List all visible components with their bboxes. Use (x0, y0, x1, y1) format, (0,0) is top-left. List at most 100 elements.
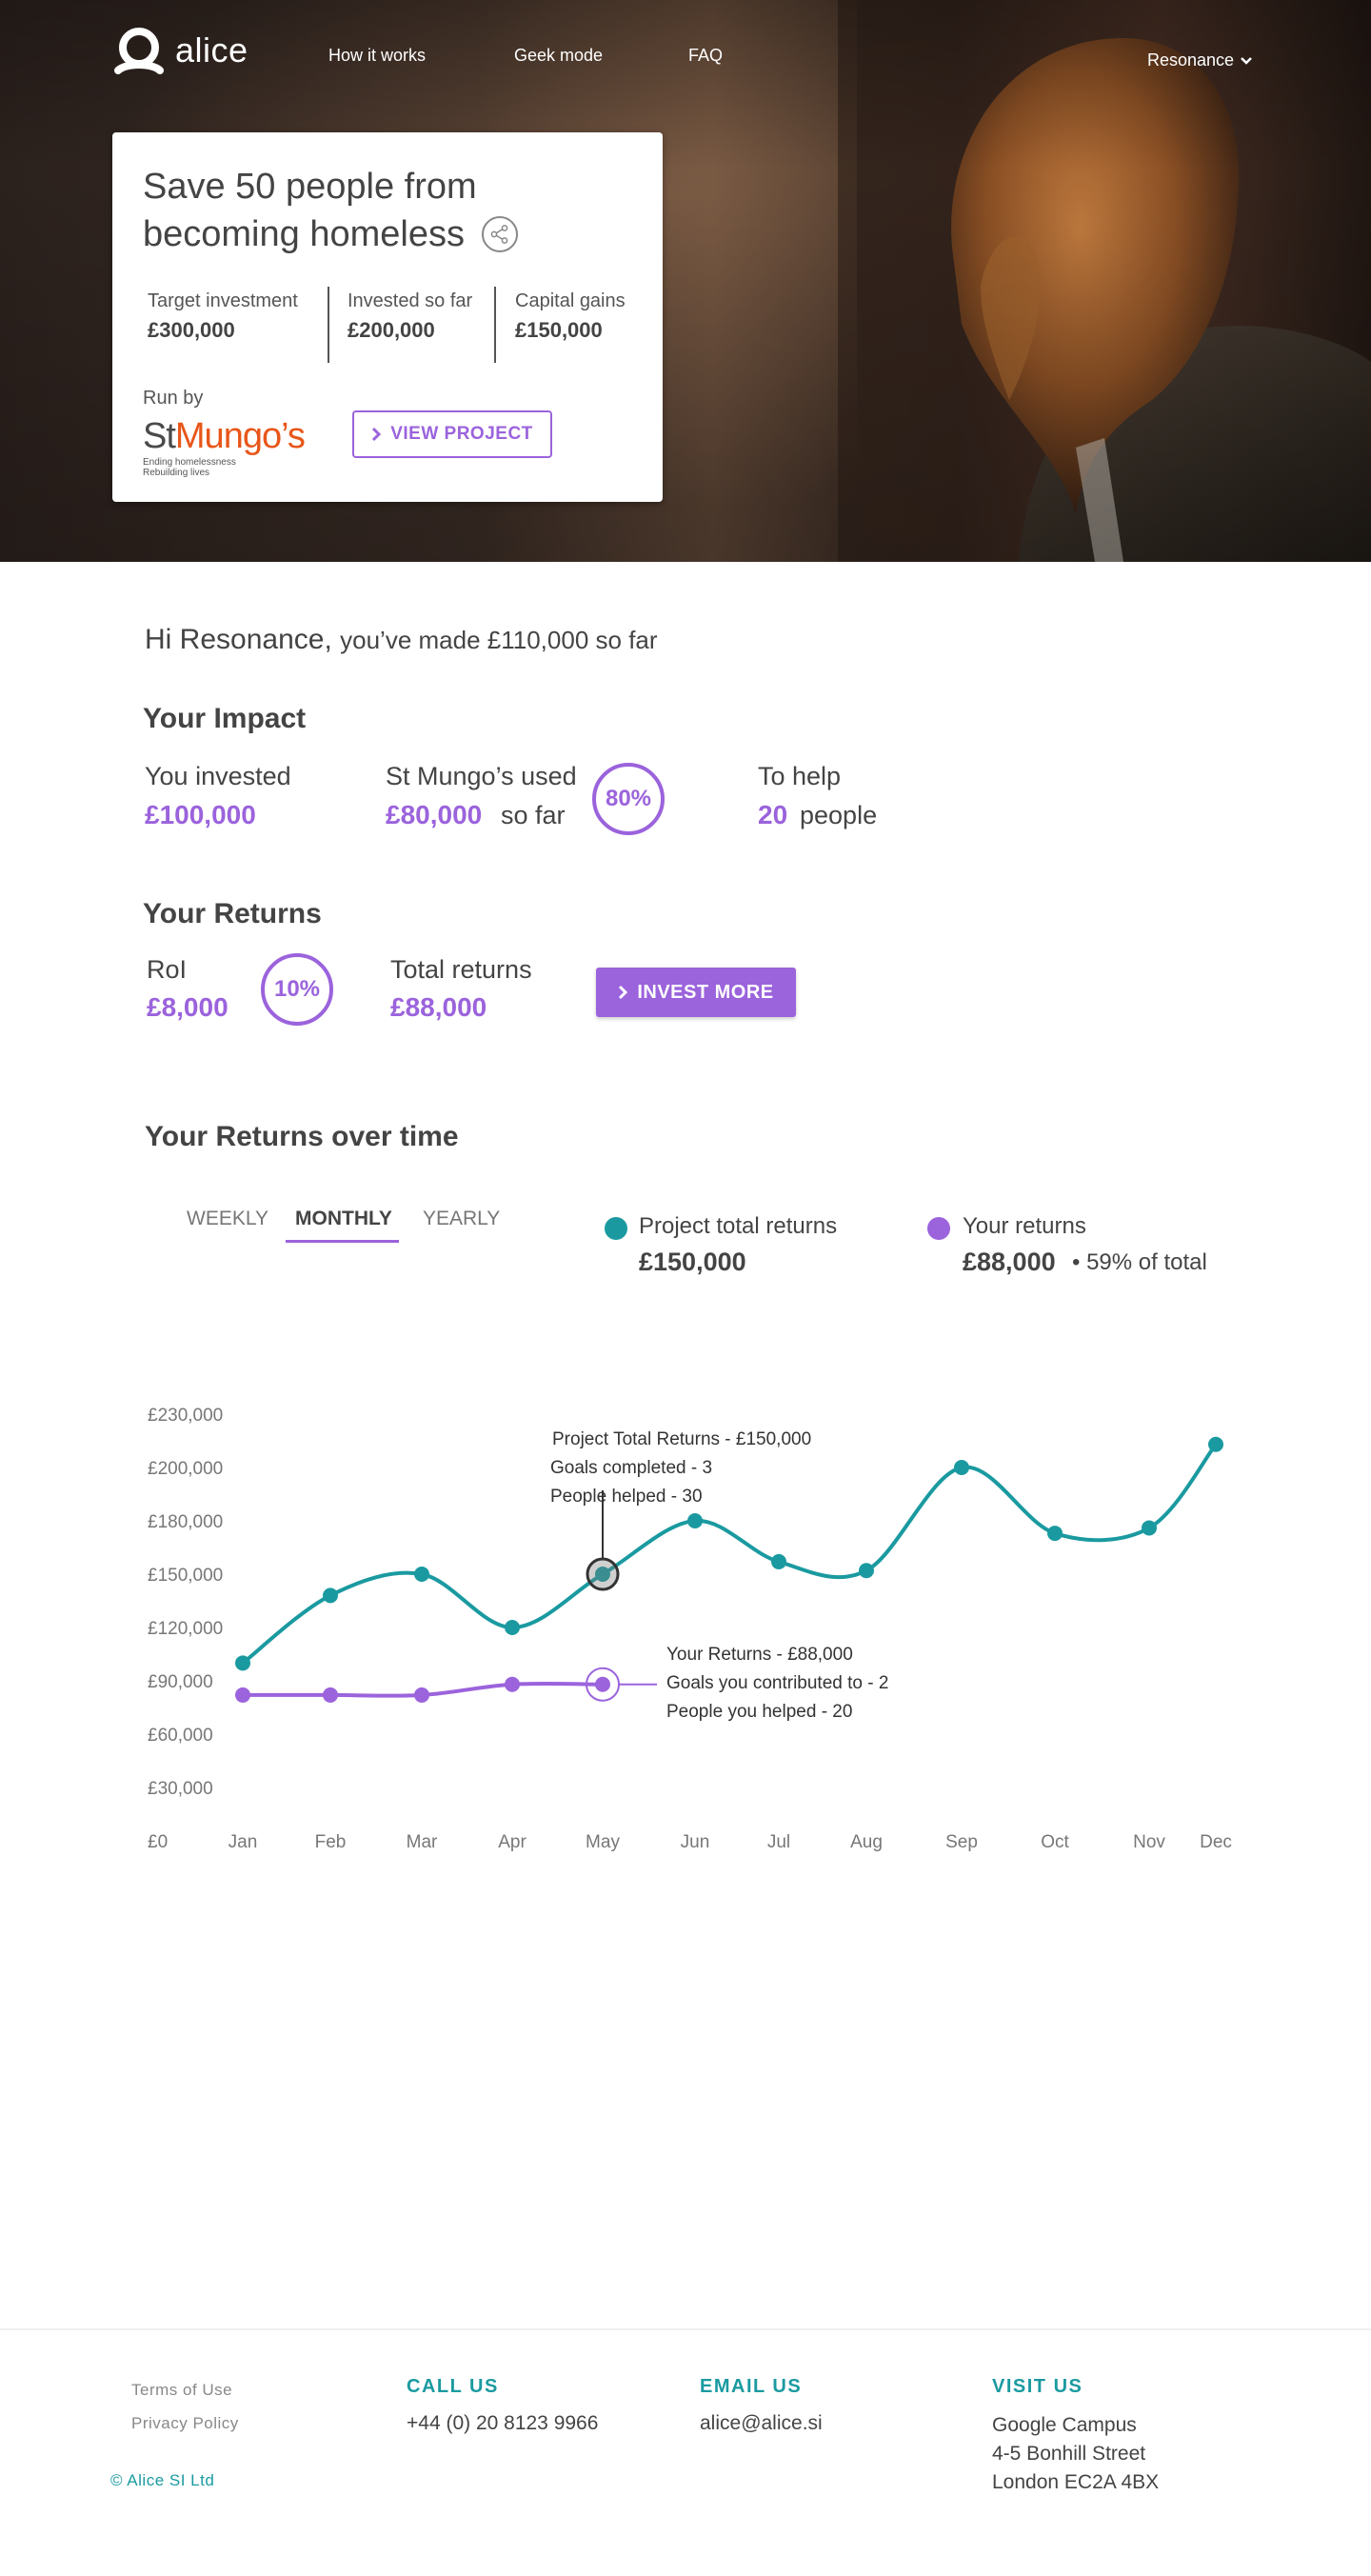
y-tick-label: £150,000 (148, 1566, 223, 1586)
project-point (323, 1588, 338, 1604)
run-by-label: Run by (143, 388, 204, 409)
your-tooltip-line: Your Returns - £88,000 (666, 1645, 853, 1665)
x-tick-label: Aug (850, 1832, 883, 1852)
project-point (505, 1620, 520, 1635)
roi-value: £8,000 (147, 992, 228, 1022)
invest-more-button[interactable]: INVEST MORE (596, 968, 796, 1017)
project-point (771, 1553, 786, 1569)
roi-label: RoI (147, 955, 188, 984)
invested-label: You invested (145, 762, 291, 790)
used-label: St Mungo’s used (386, 762, 577, 790)
brand-name: alice (175, 30, 248, 70)
project-tooltip-line: Project Total Returns - £150,000 (552, 1429, 811, 1449)
project-point (687, 1513, 703, 1528)
stat-label: Invested so far (348, 290, 473, 311)
used-percent: 80% (605, 786, 652, 811)
your-point (414, 1687, 429, 1703)
address-line: London EC2A 4BX (992, 2471, 1160, 2493)
total-returns-label: Total returns (390, 955, 532, 984)
view-project-button[interactable]: VIEW PROJECT (352, 410, 552, 458)
invest-more-label: INVEST MORE (637, 981, 774, 1003)
alice-logo-icon (114, 28, 164, 74)
stat-value: £150,000 (515, 318, 603, 342)
used-suffix: so far (501, 801, 566, 829)
nav-faq[interactable]: FAQ (688, 46, 723, 66)
stat-value: £300,000 (148, 318, 235, 342)
greeting-sub: you’ve made £110,000 so far (340, 626, 658, 654)
tab-yearly[interactable]: YEARLY (423, 1208, 500, 1230)
stat-capital-gains: Capital gains £150,000 (515, 290, 626, 343)
your-point (595, 1676, 610, 1692)
used-value: £80,000 (386, 800, 483, 829)
x-tick-label: Sep (945, 1832, 978, 1852)
x-tick-label: May (586, 1832, 620, 1852)
stat-divider (494, 287, 496, 363)
y-tick-label: £180,000 (148, 1512, 223, 1532)
privacy-link[interactable]: Privacy Policy (131, 2414, 239, 2433)
your-tooltip-line: Goals you contributed to - 2 (666, 1673, 888, 1693)
y-tick-label: £60,000 (148, 1726, 213, 1746)
roi-percent-ring: 10% (261, 953, 333, 1026)
x-tick-label: Jan (228, 1832, 258, 1852)
nav-how-it-works[interactable]: How it works (328, 46, 426, 66)
chevron-down-icon (1241, 56, 1252, 65)
legend-dot-yours (927, 1217, 950, 1240)
help-label: To help (758, 762, 842, 790)
y-tick-label: £0 (148, 1832, 168, 1852)
stat-value: £200,000 (348, 318, 435, 342)
phone-number[interactable]: +44 (0) 20 8123 9966 (407, 2409, 598, 2438)
legend-dot-project (605, 1217, 627, 1240)
user-name: Resonance (1147, 50, 1235, 70)
legend-yours-note: 59% of total (1086, 1249, 1207, 1275)
help-suffix: people (800, 801, 878, 829)
project-point (1208, 1436, 1223, 1452)
hero-banner: alice How it works Geek mode FAQ Resonan… (0, 0, 1371, 562)
email-us-heading: EMAIL US (700, 2376, 803, 2397)
st-mungos-logo: StMungo’s Ending homelessness Rebuilding… (143, 416, 306, 478)
nav-geek-mode[interactable]: Geek mode (514, 46, 603, 66)
tab-weekly[interactable]: WEEKLY (187, 1208, 268, 1230)
stat-target: Target investment £300,000 (148, 290, 298, 343)
help-value: 20 (758, 800, 788, 829)
project-highlight-marker (586, 1557, 620, 1591)
x-tick-label: Nov (1133, 1832, 1165, 1852)
y-tick-label: £200,000 (148, 1459, 223, 1479)
address: Google Campus 4-5 Bonhill Street London … (992, 2411, 1159, 2497)
share-icon (490, 225, 508, 244)
view-project-label: VIEW PROJECT (390, 424, 533, 444)
y-tick-label: £90,000 (148, 1672, 213, 1692)
total-returns-value: £88,000 (390, 992, 487, 1022)
stat-label: Target investment (148, 290, 298, 311)
chevron-right-icon (619, 985, 628, 1000)
used-percent-ring: 80% (592, 763, 665, 835)
x-tick-label: Mar (407, 1832, 438, 1852)
email-link[interactable]: alice@alice.si (700, 2409, 823, 2438)
legend-yours-share: • 59% of total (1072, 1249, 1207, 1276)
project-title: Save 50 people from becoming homeless (143, 167, 477, 254)
share-button[interactable] (482, 216, 518, 252)
project-returns-line (241, 1443, 1218, 1665)
project-point (1047, 1526, 1063, 1542)
your-tooltip-line: People you helped - 20 (666, 1702, 852, 1722)
call-us-heading: CALL US (407, 2376, 499, 2397)
project-point (859, 1563, 874, 1579)
your-point (505, 1676, 520, 1692)
invested-value: £100,000 (145, 800, 256, 829)
terms-link[interactable]: Terms of Use (131, 2381, 232, 2400)
impact-heading: Your Impact (143, 703, 307, 734)
your-point (323, 1687, 338, 1703)
greeting: Hi Resonance, you’ve made £110,000 so fa… (145, 624, 658, 656)
alice-logo[interactable]: alice (112, 27, 248, 74)
copyright: © Alice SI Ltd (110, 2471, 215, 2489)
legend-yours-value: £88,000 (963, 1248, 1056, 1276)
y-tick-label: £30,000 (148, 1779, 213, 1799)
address-line: 4-5 Bonhill Street (992, 2443, 1146, 2465)
tab-monthly[interactable]: MONTHLY (295, 1208, 392, 1230)
legend-yours-name: Your returns (963, 1213, 1086, 1239)
x-tick-label: Oct (1041, 1832, 1069, 1852)
returns-heading: Your Returns (143, 898, 322, 929)
user-menu[interactable]: Resonance (1147, 50, 1253, 70)
project-tooltip-line: Goals completed - 3 (550, 1458, 712, 1478)
x-tick-label: Apr (498, 1832, 527, 1852)
address-line: Google Campus (992, 2414, 1137, 2436)
